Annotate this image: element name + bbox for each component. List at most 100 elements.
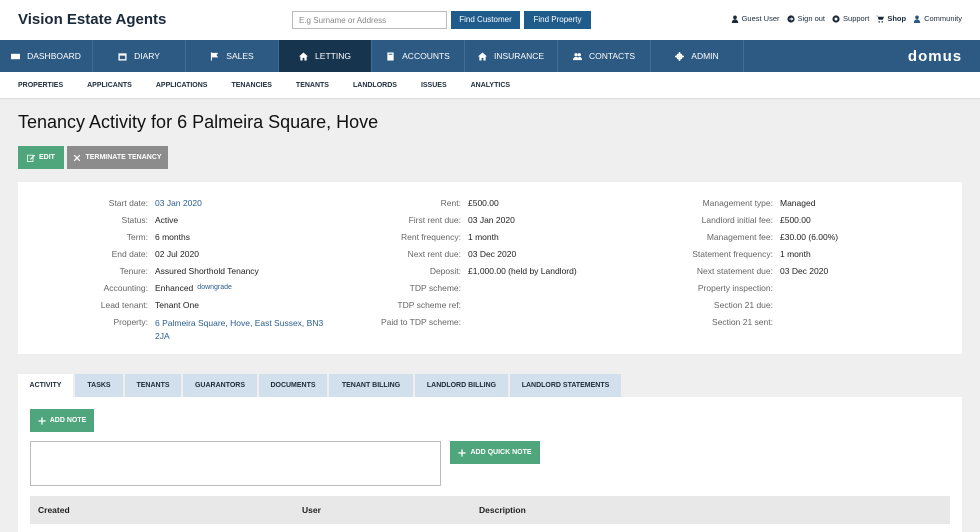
statement-frequency-label: Statement frequency: — [692, 249, 773, 259]
subnav-landlords[interactable]: LANDLORDS — [353, 82, 397, 89]
subnav-applications[interactable]: APPLICATIONS — [156, 82, 208, 89]
deposit-value: £1,000.00 (held by Landlord) — [468, 266, 577, 276]
tenancy-details-panel: Start date: 03 Jan 2020 Status: Active Ter… — [18, 182, 962, 354]
next-statement-due-label: Next statement due: — [696, 266, 773, 276]
dashboard-icon — [11, 53, 21, 59]
find-customer-button[interactable]: Find Customer — [451, 11, 520, 29]
terminate-tenancy-button[interactable]: TERMINATE TENANCY — [67, 146, 168, 169]
next-statement-due-value: 03 Dec 2020 — [780, 266, 829, 276]
property-address-line2: 2JA — [155, 331, 170, 341]
subnav-applicants[interactable]: APPLICANTS — [87, 82, 132, 89]
nav-sales[interactable]: SALES — [186, 40, 279, 72]
column-description[interactable]: Description — [479, 505, 526, 515]
support-label: Support — [843, 14, 870, 23]
tenure-label: Tenure: — [119, 266, 148, 276]
activity-panel: ADD NOTE ADD QUICK NOTE Created User Des… — [18, 397, 962, 532]
nav-admin[interactable]: ADMIN — [651, 40, 744, 72]
close-icon — [74, 154, 81, 161]
plus-icon — [458, 448, 467, 457]
book-icon — [387, 51, 394, 61]
shop-link[interactable]: Shop — [876, 14, 906, 23]
management-type-label: Management type: — [702, 198, 773, 208]
tab-tasks[interactable]: TASKS — [75, 374, 123, 397]
edit-button[interactable]: EDIT — [18, 146, 64, 169]
subnav-tenants[interactable]: TENANTS — [296, 82, 329, 89]
top-bar: Vision Estate Agents Find Customer Find … — [0, 0, 980, 40]
home-icon — [299, 51, 309, 61]
add-quick-note-label: ADD QUICK NOTE — [470, 449, 532, 456]
add-note-button[interactable]: ADD NOTE — [30, 409, 94, 432]
rent-frequency-label: Rent frequency: — [400, 232, 461, 242]
property-inspection-label: Property inspection: — [697, 283, 773, 293]
section21-due-label: Section 21 due: — [713, 300, 773, 310]
find-property-button[interactable]: Find Property — [524, 11, 591, 29]
sign-out-label: Sign out — [797, 14, 826, 23]
nav-contacts[interactable]: CONTACTS — [558, 40, 651, 72]
accounting-label: Accounting: — [103, 283, 148, 293]
note-textarea[interactable] — [30, 441, 441, 486]
lead-tenant-label: Lead tenant: — [100, 300, 148, 310]
nav-accounts[interactable]: ACCOUNTS — [372, 40, 465, 72]
term-value: 6 months — [155, 232, 190, 242]
nav-contacts-label: CONTACTS — [588, 51, 636, 61]
tenure-value: Assured Shorthold Tenancy — [155, 266, 259, 276]
guest-user-link[interactable]: Guest User — [731, 14, 780, 23]
nav-diary-label: DIARY — [134, 51, 160, 61]
column-created[interactable]: Created — [38, 505, 70, 515]
sign-out-icon — [786, 14, 795, 23]
end-date-value: 02 Jul 2020 — [155, 249, 199, 259]
subnav-analytics[interactable]: ANALYTICS — [471, 82, 510, 89]
tab-landlord-billing[interactable]: LANDLORD BILLING — [415, 374, 508, 397]
community-link[interactable]: Community — [913, 14, 962, 23]
tab-tenant-billing[interactable]: TENANT BILLING — [329, 374, 413, 397]
details-column-1: Start date: 03 Jan 2020 Status: Active Ter… — [18, 198, 323, 347]
sign-out-link[interactable]: Sign out — [786, 14, 826, 23]
users-icon — [572, 52, 582, 60]
tab-landlord-statements[interactable]: LANDLORD STATEMENTS — [510, 374, 621, 397]
lead-tenant-value: Tenant One — [155, 300, 199, 310]
nav-diary[interactable]: DIARY — [93, 40, 186, 72]
brand-name[interactable]: Vision Estate Agents — [18, 11, 166, 28]
landlord-initial-fee-value: £500.00 — [780, 215, 811, 225]
details-column-3: Management type: Managed Landlord initial… — [623, 198, 838, 334]
next-rent-due-value: 03 Dec 2020 — [468, 249, 517, 259]
nav-dashboard[interactable]: DASHBOARD — [0, 40, 93, 72]
cart-icon — [876, 15, 885, 23]
status-value: Active — [155, 215, 179, 225]
next-rent-due-label: Next rent due: — [407, 249, 461, 259]
tdp-scheme-ref-label: TDP scheme ref: — [397, 300, 461, 310]
subnav-issues[interactable]: ISSUES — [421, 82, 447, 89]
flag-icon — [211, 51, 219, 61]
community-icon — [913, 15, 921, 23]
search-input[interactable] — [292, 11, 447, 29]
shop-label: Shop — [887, 14, 907, 23]
column-user[interactable]: User — [302, 505, 321, 515]
nav-insurance[interactable]: INSURANCE — [465, 40, 558, 72]
rent-frequency-value: 1 month — [468, 232, 499, 242]
rent-label: Rent: — [440, 198, 461, 208]
tab-tenants[interactable]: TENANTS — [125, 374, 181, 397]
domus-logo: domus — [907, 47, 963, 65]
nav-letting[interactable]: LETTING — [279, 40, 372, 72]
main-nav: DASHBOARD DIARY SALES LETTING ACCOUNTS I… — [0, 40, 980, 72]
section21-sent-label: Section 21 sent: — [712, 317, 773, 327]
term-label: Term: — [126, 232, 148, 242]
edit-label: EDIT — [39, 154, 55, 161]
add-quick-note-button[interactable]: ADD QUICK NOTE — [450, 441, 540, 464]
status-label: Status: — [121, 215, 148, 225]
support-link[interactable]: Support — [832, 14, 869, 23]
start-date-value[interactable]: 03 Jan 2020 — [155, 198, 202, 215]
terminate-tenancy-label: TERMINATE TENANCY — [85, 154, 162, 161]
management-type-value: Managed — [780, 198, 816, 208]
tab-documents[interactable]: DOCUMENTS — [259, 374, 327, 397]
subnav-tenancies[interactable]: TENANCIES — [231, 82, 271, 89]
subnav-properties[interactable]: PROPERTIES — [18, 82, 63, 89]
calendar-icon — [118, 52, 127, 61]
downgrade-link[interactable]: downgrade — [197, 283, 232, 300]
property-link[interactable]: 6 Palmeira Square, Hove, East Sussex, BN… — [155, 317, 323, 347]
support-icon — [832, 14, 840, 23]
tab-activity[interactable]: ACTIVITY — [18, 374, 73, 397]
property-label: Property: — [113, 317, 149, 327]
start-date-label: Start date: — [108, 198, 148, 208]
tab-guarantors[interactable]: GUARANTORS — [183, 374, 257, 397]
